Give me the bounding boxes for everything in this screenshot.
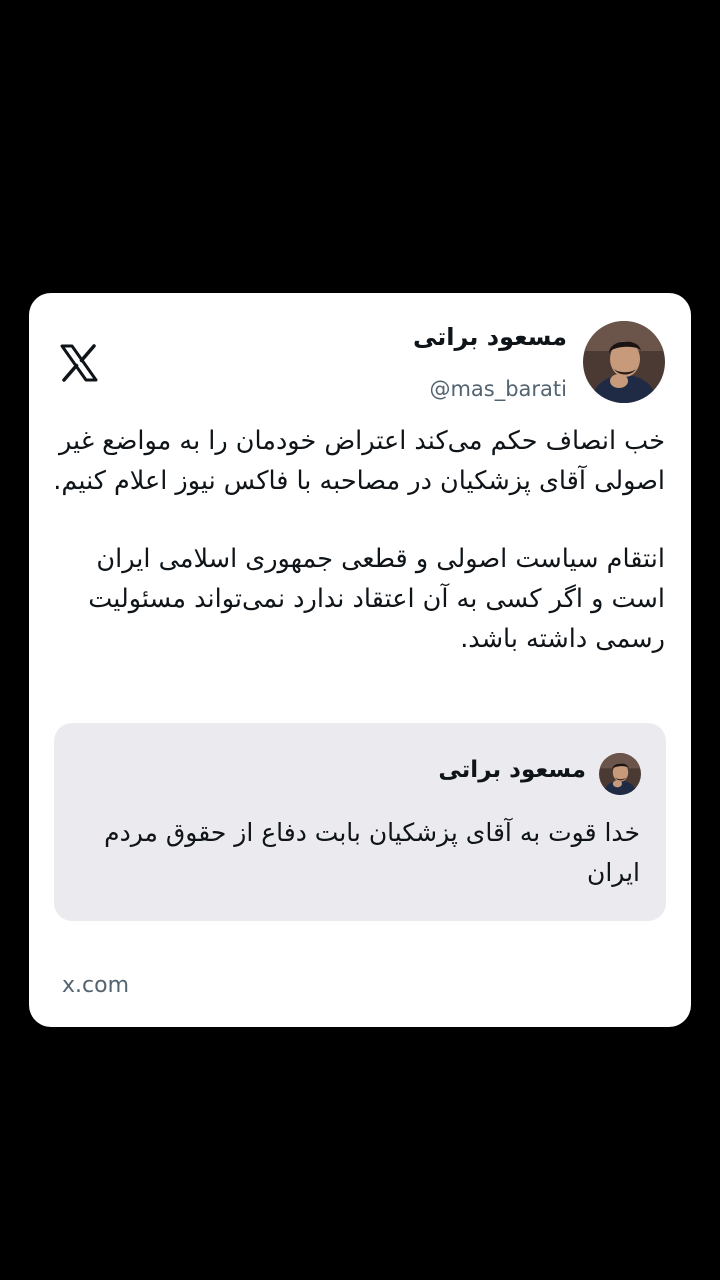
x-logo-icon[interactable] [59, 343, 99, 383]
quoted-post-text: خدا قوت به آقای پزشکیان بابت دفاع از حقو… [104, 818, 640, 887]
post-paragraph: انتقام سیاست اصولی و قطعی جمهوری اسلامی … [88, 544, 665, 654]
source-domain-link[interactable]: x.com [62, 973, 129, 998]
author-avatar[interactable] [583, 321, 665, 403]
post-text: خب انصاف حکم می‌کند اعتراض خودمان را به … [53, 421, 665, 659]
quoted-post[interactable]: مسعود براتی خدا قوت به آقای پزشکیان بابت… [54, 723, 666, 921]
author-name[interactable]: مسعود براتی [413, 323, 567, 351]
post-card[interactable]: مسعود براتی @mas_barati خب انصاف حکم می‌… [29, 293, 691, 1027]
author-handle[interactable]: @mas_barati [429, 377, 567, 401]
post-paragraph: خب انصاف حکم می‌کند اعتراض خودمان را به … [53, 426, 665, 496]
quoted-author-avatar [599, 753, 641, 795]
quoted-author-name: مسعود براتی [438, 757, 586, 783]
